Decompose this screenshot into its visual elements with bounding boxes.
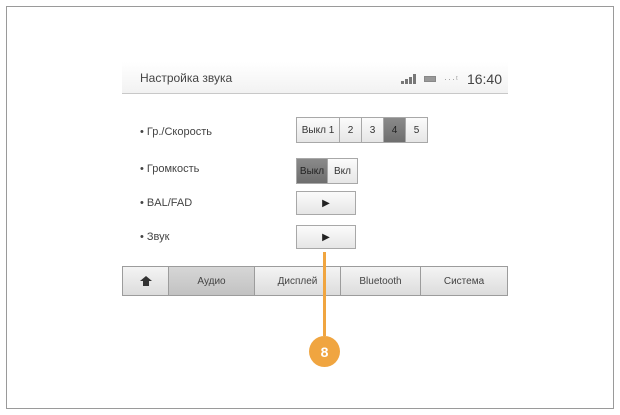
setting-label: • Звук: [140, 231, 170, 243]
tab-system[interactable]: Система: [421, 267, 507, 295]
sound-open-button[interactable]: ▶: [296, 225, 356, 249]
volume-off-button[interactable]: Выкл: [296, 158, 328, 184]
speed-volume-segment: Выкл 1 2 3 4 5: [296, 117, 428, 143]
home-icon: [139, 276, 152, 286]
setting-label: • Громкость: [140, 163, 200, 175]
screen-header: Настройка звука ···ᵗ 16:40: [122, 62, 508, 94]
volume-toggle: Выкл Вкл: [296, 158, 358, 184]
tab-bluetooth[interactable]: Bluetooth: [341, 267, 421, 295]
battery-icon: [423, 76, 436, 82]
setting-label: • Гр./Скорость: [140, 126, 212, 138]
tab-display[interactable]: Дисплей: [255, 267, 341, 295]
setting-row-balfad: • BAL/FAD: [140, 192, 192, 214]
speed-option-5[interactable]: 5: [406, 117, 428, 143]
network-icon: ···ᵗ: [443, 74, 459, 84]
speed-option-off-1[interactable]: Выкл 1: [296, 117, 340, 143]
bottom-tab-bar: Аудио Дисплей Bluetooth Система: [122, 266, 508, 296]
clock: 16:40: [466, 71, 502, 87]
status-bar: ···ᵗ 16:40: [400, 71, 502, 87]
callout-leader-line: [323, 252, 326, 336]
balfad-open-button[interactable]: ▶: [296, 191, 356, 215]
play-arrow-icon: ▶: [322, 197, 330, 209]
sound-settings-screen: Настройка звука ···ᵗ 16:40 • Гр./Скорост…: [122, 62, 508, 302]
callout-badge: 8: [309, 336, 340, 367]
play-arrow-icon: ▶: [322, 231, 330, 243]
speed-option-3[interactable]: 3: [362, 117, 384, 143]
signal-bars-icon: [400, 74, 416, 84]
tab-audio[interactable]: Аудио: [169, 267, 255, 295]
page-title: Настройка звука: [140, 71, 233, 85]
setting-row-volume: • Громкость: [140, 158, 199, 180]
volume-on-button[interactable]: Вкл: [328, 158, 358, 184]
speed-option-2[interactable]: 2: [340, 117, 362, 143]
setting-row-speed: • Гр./Скорость: [140, 121, 212, 143]
setting-label: • BAL/FAD: [140, 197, 193, 209]
speed-option-4[interactable]: 4: [384, 117, 406, 143]
setting-row-sound: • Звук: [140, 226, 169, 248]
tab-home[interactable]: [123, 267, 169, 295]
